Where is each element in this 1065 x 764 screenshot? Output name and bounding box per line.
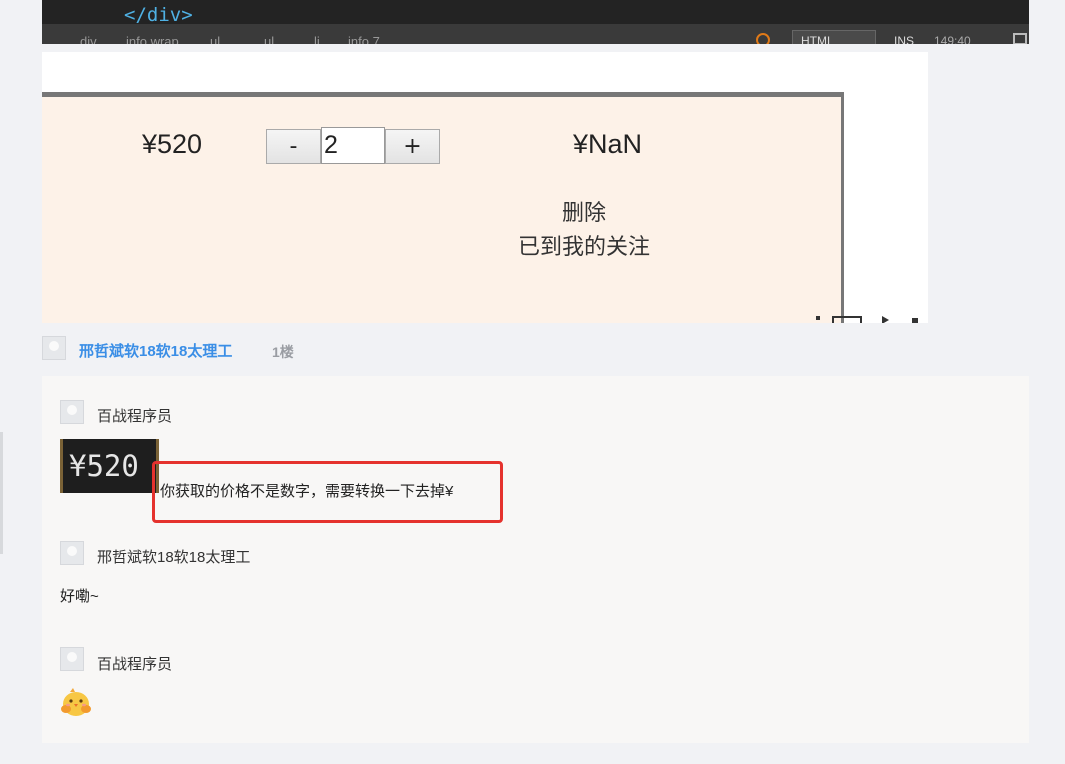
avatar[interactable] bbox=[60, 541, 84, 565]
left-gutter bbox=[0, 0, 42, 764]
insert-mode: INS bbox=[894, 34, 915, 44]
browser-preview: ¥520 - + ¥NaN 删除 已到我的关注 bbox=[42, 52, 928, 323]
keyboard-icon[interactable] bbox=[832, 316, 862, 323]
reply-username[interactable]: 邢哲斌软18软18太理工 bbox=[97, 546, 250, 567]
avatar[interactable] bbox=[60, 647, 84, 671]
quantity-input[interactable] bbox=[321, 127, 385, 164]
warning-icon[interactable] bbox=[756, 33, 770, 44]
floor-header: 邢哲斌软18软18太理工 1楼 bbox=[42, 336, 642, 364]
play-icon[interactable] bbox=[882, 316, 889, 323]
reply-screenshot-image: ¥520 bbox=[60, 439, 159, 493]
highlight-annotation bbox=[152, 461, 503, 523]
chick-hug-emoji bbox=[61, 688, 91, 716]
menu-dot-icon bbox=[816, 316, 820, 320]
reply-list: 百战程序员 ¥520 你获取的价格不是数字，需要转换一下去掉¥ 邢哲斌软18软1… bbox=[42, 376, 1029, 743]
floor-username[interactable]: 邢哲斌软18软18太理工 bbox=[79, 340, 232, 361]
reply-username[interactable]: 百战程序员 bbox=[97, 405, 172, 426]
preview-toolbar bbox=[808, 316, 926, 323]
code-editor-strip: </div> div info wrap ul ul li info 7 HTM… bbox=[42, 0, 1029, 44]
left-scroll-marker bbox=[0, 432, 3, 554]
reply-text: 好嘞~ bbox=[60, 588, 99, 605]
delete-link[interactable]: 删除 bbox=[562, 195, 606, 227]
increase-button[interactable]: + bbox=[385, 129, 440, 164]
stop-icon[interactable] bbox=[912, 318, 918, 323]
breadcrumb-item: li bbox=[314, 34, 320, 44]
language-select[interactable]: HTML bbox=[792, 30, 876, 44]
breadcrumb-item: info wrap bbox=[126, 34, 179, 44]
decrease-button[interactable]: - bbox=[266, 129, 321, 164]
breadcrumb-item: ul bbox=[210, 34, 221, 44]
avatar[interactable] bbox=[42, 336, 66, 360]
floor-number: 1楼 bbox=[272, 344, 294, 360]
subtotal: ¥NaN bbox=[573, 129, 643, 159]
breadcrumb-item: div bbox=[80, 34, 97, 44]
follow-link[interactable]: 已到我的关注 bbox=[518, 229, 650, 261]
breadcrumb-item: info 7 bbox=[348, 34, 380, 44]
code-line: </div> bbox=[124, 4, 193, 26]
avatar[interactable] bbox=[60, 400, 84, 424]
breadcrumb-item: ul bbox=[264, 34, 275, 44]
breadcrumb: div info wrap ul ul li info 7 bbox=[42, 24, 1029, 44]
cart-item: ¥520 - + ¥NaN 删除 已到我的关注 bbox=[42, 92, 844, 323]
unit-price: ¥520 bbox=[142, 129, 203, 159]
reply-username[interactable]: 百战程序员 bbox=[97, 653, 172, 674]
cursor-position: 149:40 bbox=[934, 34, 971, 44]
window-icon[interactable] bbox=[1013, 33, 1027, 44]
